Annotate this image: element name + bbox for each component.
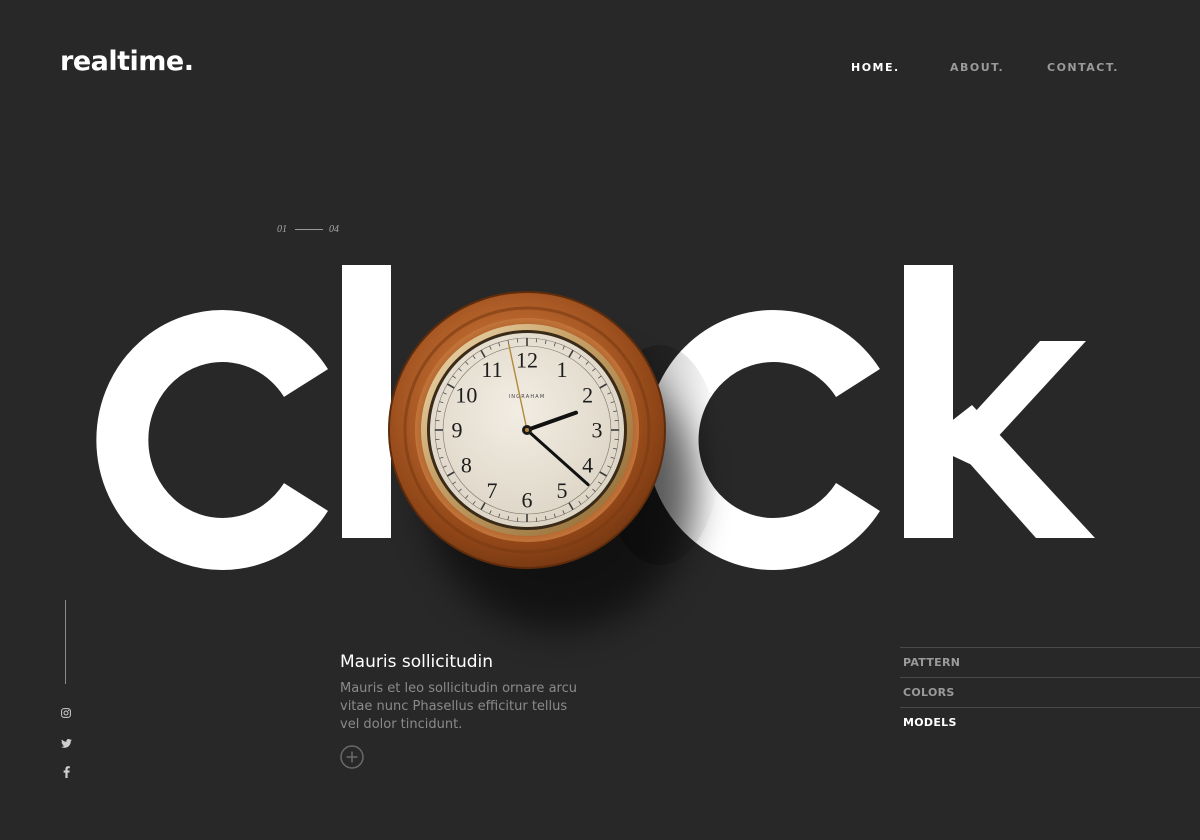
letter-l xyxy=(342,265,391,538)
facebook-icon[interactable] xyxy=(58,764,74,780)
clock-numeral: 1 xyxy=(557,357,568,382)
nav-home[interactable]: HOME. xyxy=(851,60,900,76)
clock-numeral: 7 xyxy=(487,478,498,503)
clock-numeral: 2 xyxy=(582,383,593,408)
slide-counter: 01 04 xyxy=(277,222,339,236)
clock-numeral: 10 xyxy=(455,383,477,408)
clock-image: 12 12 3 45678 9 1011 INGRAHAM xyxy=(388,291,666,569)
main-nav: HOME. ABOUT. CONTACT. xyxy=(0,60,1200,76)
clock-numeral: 6 xyxy=(522,488,533,513)
clock-numeral: 4 xyxy=(582,453,593,478)
twitter-icon[interactable] xyxy=(58,735,74,751)
menu-item-colors[interactable]: COLORS xyxy=(900,677,1200,707)
social-divider xyxy=(65,600,66,684)
clock-numeral: 8 xyxy=(461,453,472,478)
feature-description: Mauris et leo sollicitudin ornare arcu v… xyxy=(340,681,577,732)
clock-numeral: 11 xyxy=(481,357,502,382)
clock-numeral: 3 xyxy=(592,418,603,443)
clock-numeral: 5 xyxy=(557,478,568,503)
clock-numeral: 9 xyxy=(452,418,463,443)
menu-item-pattern[interactable]: PATTERN xyxy=(900,647,1200,677)
slide-current: 01 xyxy=(277,223,287,235)
counter-divider xyxy=(295,228,323,230)
letter-c xyxy=(96,310,328,570)
clock-numeral: 12 xyxy=(516,348,538,373)
clock-brand: INGRAHAM xyxy=(509,394,546,400)
feature-title: Mauris sollicitudin xyxy=(340,652,494,672)
feature-block: Mauris sollicitudin Mauris et leo sollic… xyxy=(340,650,600,734)
letter-k xyxy=(904,265,1095,538)
menu-item-models[interactable]: MODELS xyxy=(900,707,1200,737)
category-menu: PATTERN COLORS MODELS xyxy=(900,647,1200,737)
instagram-icon[interactable] xyxy=(58,705,74,721)
nav-about[interactable]: ABOUT. xyxy=(950,60,1004,76)
letter-c-2 xyxy=(646,310,880,570)
plus-icon xyxy=(340,745,364,769)
plus-button[interactable] xyxy=(340,745,364,769)
slide-total: 04 xyxy=(329,223,339,235)
nav-contact[interactable]: CONTACT. xyxy=(1047,60,1119,76)
